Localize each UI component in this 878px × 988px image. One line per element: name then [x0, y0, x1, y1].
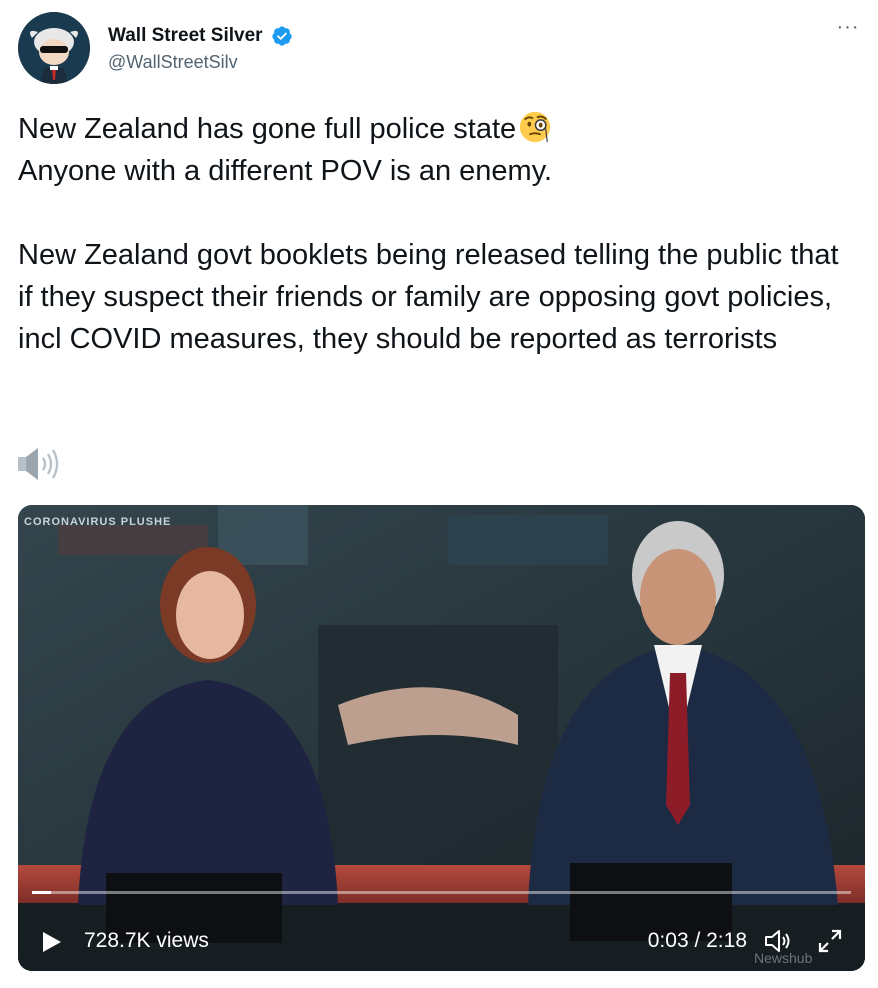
- play-icon[interactable]: [40, 931, 62, 953]
- video-overlay-caption: CORONAVIRUS PLUSHE: [24, 516, 172, 528]
- video-time: 0:03 / 2:18: [647, 929, 747, 952]
- tweet-line-2: Anyone with a different POV is an enemy.: [18, 155, 553, 187]
- more-options-button[interactable]: ···: [834, 17, 862, 40]
- tweet-line-1: New Zealand has gone full police state: [18, 113, 517, 145]
- video-controls: 728.7K views 0:03 / 2:18: [18, 909, 865, 971]
- author-avatar[interactable]: [18, 12, 90, 84]
- tweet-header: Wall Street Silver @WallStreetSilv ···: [18, 12, 866, 84]
- face-with-monocle-icon: [520, 111, 551, 143]
- tweet-text: New Zealand has gone full police state A…: [18, 108, 858, 360]
- tweet-paragraph-2: New Zealand govt booklets being released…: [18, 239, 847, 355]
- volume-icon[interactable]: [763, 926, 793, 956]
- speaker-icon: [18, 448, 59, 480]
- video-player[interactable]: Newshub CORONAVIRUS PLUSHE 728.7K views …: [18, 505, 865, 971]
- video-progress-fill: [32, 891, 51, 894]
- bull-with-sunglasses-avatar-icon: [18, 12, 90, 84]
- verified-badge-icon: [272, 26, 292, 46]
- news-broadcast-frame: Newshub: [18, 505, 865, 971]
- fullscreen-icon[interactable]: [817, 928, 843, 954]
- video-progress-bar[interactable]: [32, 891, 851, 894]
- author-info: Wall Street Silver @WallStreetSilv: [108, 24, 293, 73]
- author-display-name[interactable]: Wall Street Silver: [108, 24, 263, 48]
- author-handle[interactable]: @WallStreetSilv: [108, 52, 293, 73]
- video-view-count: 728.7K views: [84, 929, 209, 952]
